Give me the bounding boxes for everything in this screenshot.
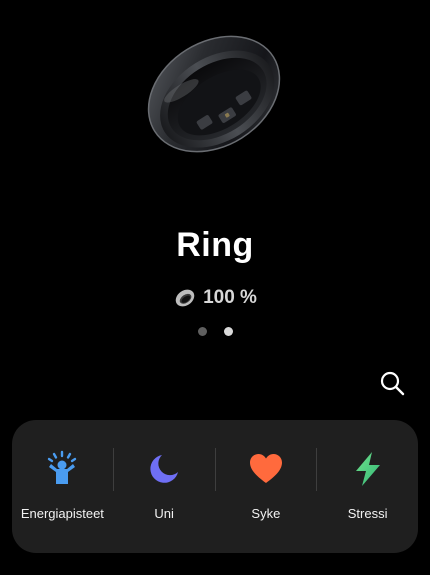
moon-icon	[150, 455, 179, 483]
page-dot-active[interactable]	[223, 327, 233, 336]
page-dot[interactable]	[197, 327, 207, 336]
ring-device-image	[147, 35, 281, 153]
heart-icon	[249, 454, 282, 483]
health-shortcuts-card: Energiapisteet Uni Syke Stressi	[12, 420, 418, 553]
tile-label: Syke	[251, 506, 281, 521]
tile-label: Energiapisteet	[20, 506, 104, 521]
tile-sleep[interactable]: Uni	[114, 420, 215, 553]
search-icon[interactable]	[378, 369, 406, 397]
battery-level-text: 100 %	[203, 287, 257, 308]
energy-person-icon	[48, 450, 77, 484]
tile-stress[interactable]: Stressi	[317, 420, 418, 553]
battery-status: 100 %	[0, 286, 430, 310]
page-indicator	[0, 327, 430, 336]
device-name: Ring	[176, 226, 254, 264]
ring-battery-icon	[175, 289, 195, 307]
tile-label: Stressi	[347, 506, 388, 521]
tile-heart-rate[interactable]: Syke	[216, 420, 317, 553]
tile-energy-score[interactable]: Energiapisteet	[12, 420, 113, 553]
tile-label: Uni	[154, 506, 174, 521]
lightning-icon	[355, 452, 380, 486]
